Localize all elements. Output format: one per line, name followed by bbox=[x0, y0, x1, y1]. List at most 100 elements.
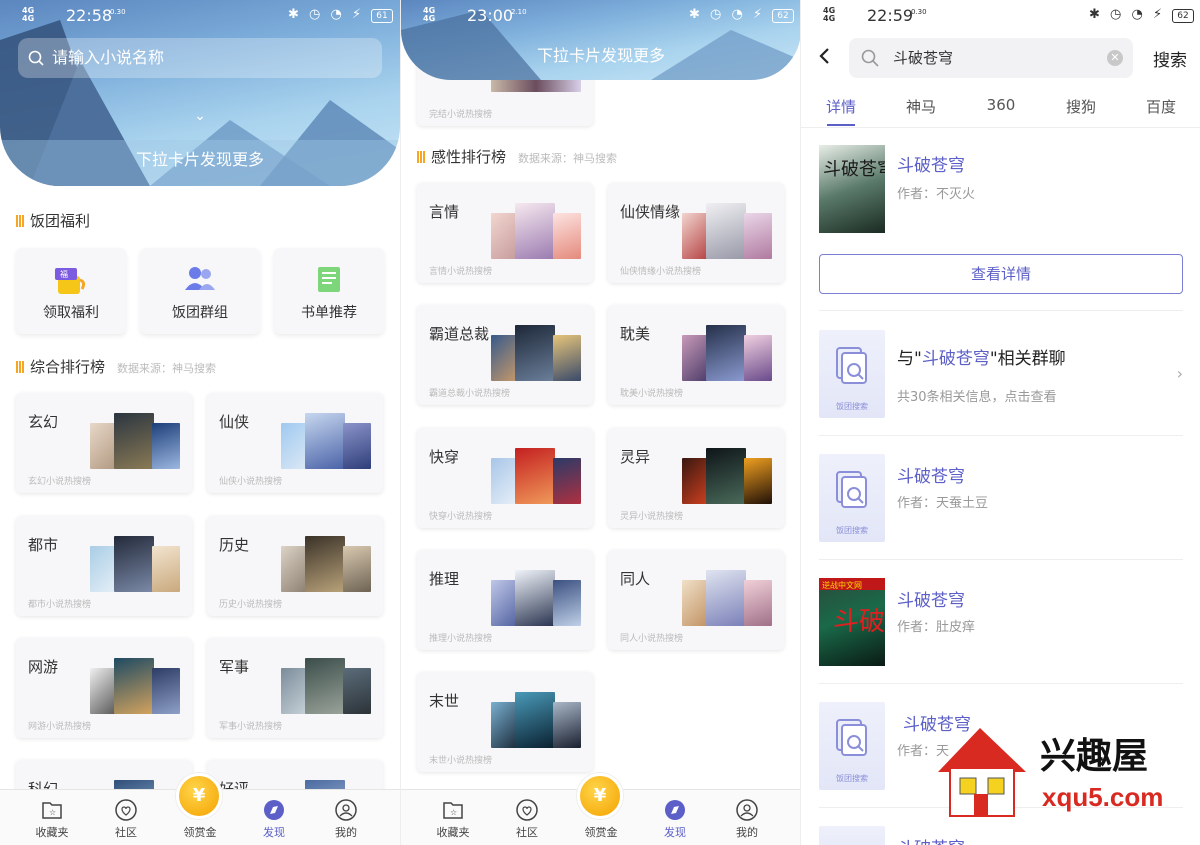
book-cover: 斗破苍穹 bbox=[819, 145, 895, 233]
placeholder-cover: 饭团搜索 bbox=[819, 454, 885, 542]
chevron-right-icon: › bbox=[1176, 364, 1183, 383]
ranking-title: 感性排行榜 数据来源：神马搜索 bbox=[417, 146, 617, 167]
reward-coin-icon[interactable]: ¥ bbox=[176, 773, 222, 819]
result-author: 作者：肚皮痒 bbox=[897, 620, 976, 635]
status-icons: ✱ ◷ ◔ ⚡ 62 bbox=[1089, 7, 1194, 23]
status-time: 23:00 bbox=[467, 6, 514, 25]
tab-sogou[interactable]: 搜狗 bbox=[1041, 96, 1121, 117]
search-query: 斗破苍穹 bbox=[893, 49, 954, 67]
tab-details[interactable]: 详情 bbox=[801, 96, 881, 117]
svg-text:兴趣屋: 兴趣屋 bbox=[1040, 736, 1148, 777]
status-icons: ✱ ◷ ◔ ⚡ 62 bbox=[689, 7, 794, 23]
search-input[interactable]: 斗破苍穹 ✕ bbox=[849, 38, 1133, 78]
battery-icon: 62 bbox=[1172, 9, 1194, 23]
search-input[interactable]: 请输入小说名称 bbox=[18, 38, 382, 78]
rank-card-yanqing[interactable]: 言情 言情小说热搜榜 bbox=[417, 183, 593, 283]
back-arrow-icon[interactable] bbox=[815, 46, 835, 66]
rank-card-tongren[interactable]: 同人 同人小说热搜榜 bbox=[608, 550, 784, 650]
rank-card-xianxia[interactable]: 仙侠 仙侠小说热搜榜 bbox=[207, 393, 383, 493]
rank-card-kuaichuan[interactable]: 快穿 快穿小说热搜榜 bbox=[417, 428, 593, 528]
result-title: 斗破苍穹 bbox=[897, 591, 965, 611]
ranking-title: 综合排行榜 数据来源：神马搜索 bbox=[16, 356, 216, 377]
clear-icon[interactable]: ✕ bbox=[1107, 50, 1123, 66]
document-search-icon bbox=[836, 719, 867, 756]
rank-card-badaozongcai[interactable]: 霸道总裁 霸道总裁小说热搜榜 bbox=[417, 305, 593, 405]
placeholder-cover: 饭团搜索 bbox=[819, 702, 885, 790]
chevron-down-icon: ⌄ bbox=[194, 108, 206, 124]
rank-card-lishi[interactable]: 历史 历史小说热搜榜 bbox=[207, 516, 383, 616]
house-logo-icon: 兴趣屋 xqu5.com bbox=[938, 728, 1163, 817]
source-tabs: 详情 神马 360 搜狗 百度 bbox=[801, 88, 1200, 128]
svg-text:xqu5.com: xqu5.com bbox=[1042, 782, 1163, 812]
discover-screen-2: 完结小说热搜榜 4G 4G 23:00 2.10 ✱ ◷ ◔ ⚡ 62 下拉卡片发… bbox=[400, 0, 800, 845]
tab-community[interactable]: 社区 bbox=[96, 798, 156, 840]
battery-icon: 61 bbox=[371, 9, 393, 23]
svg-text:☆: ☆ bbox=[450, 808, 457, 817]
group-button[interactable]: 饭团群组 bbox=[140, 248, 260, 334]
tab-shenma[interactable]: 神马 bbox=[881, 96, 961, 117]
svg-text:☆: ☆ bbox=[49, 808, 56, 817]
svg-text:斗破苍穹: 斗破苍穹 bbox=[833, 607, 885, 636]
claim-welfare-button[interactable]: 福 领取福利 bbox=[16, 248, 126, 334]
rank-card-lingyi[interactable]: 灵异 灵异小说热搜榜 bbox=[608, 428, 784, 528]
tab-360[interactable]: 360 bbox=[961, 96, 1041, 114]
tab-profile[interactable]: 我的 bbox=[717, 798, 777, 840]
tab-underline bbox=[827, 124, 855, 126]
result-title: 斗破苍穹 bbox=[897, 834, 965, 845]
community-icon bbox=[516, 799, 538, 821]
result-item[interactable]: 逆战中文网斗破苍穹 斗破苍穹 作者：肚皮痒 bbox=[819, 578, 1183, 684]
svg-text:逆战中文网: 逆战中文网 bbox=[822, 580, 862, 590]
rank-card-xuanhuan[interactable]: 玄幻 玄幻小说热搜榜 bbox=[16, 393, 192, 493]
tab-profile[interactable]: 我的 bbox=[316, 798, 376, 840]
result-item[interactable]: 饭团搜索 斗破苍穹 作者：天蚕土豆 bbox=[819, 454, 1183, 560]
search-button[interactable]: 搜索 bbox=[1153, 46, 1187, 71]
rank-card-xianxiaqingyuan[interactable]: 仙侠情缘 仙侠情缘小说热搜榜 bbox=[608, 183, 784, 283]
rank-card-dushi[interactable]: 都市 都市小说热搜榜 bbox=[16, 516, 192, 616]
book-cover: 逆战中文网斗破苍穹 bbox=[819, 578, 937, 666]
welfare-title: 饭团福利 bbox=[16, 210, 90, 231]
tab-favorites[interactable]: ☆ 收藏夹 bbox=[423, 798, 483, 840]
tab-discover[interactable]: 发现 bbox=[244, 798, 304, 840]
rank-card-wangyou[interactable]: 网游 网游小说热搜榜 bbox=[16, 638, 192, 738]
discover-icon bbox=[665, 800, 685, 820]
booklist-button[interactable]: 书单推荐 bbox=[274, 248, 384, 334]
pull-banner[interactable]: 4G 4G 22:58 0.30 ✱ ◷ ◔ ⚡ 61 请输入小说名称 ⌄ 下拉卡… bbox=[0, 0, 400, 186]
tab-discover[interactable]: 发现 bbox=[645, 798, 705, 840]
booklist-icon bbox=[318, 267, 340, 292]
pull-banner[interactable]: 4G 4G 23:00 2.10 ✱ ◷ ◔ ⚡ 62 下拉卡片发现更多 bbox=[401, 0, 800, 80]
result-item[interactable]: 斗破苍穹 bbox=[819, 826, 1183, 845]
signal-icon: 4G 4G bbox=[22, 6, 35, 23]
reward-coin-icon[interactable]: ¥ bbox=[577, 773, 623, 819]
status-icons: ✱ ◷ ◔ ⚡ 61 bbox=[288, 7, 393, 23]
search-icon bbox=[861, 49, 879, 67]
welfare-label: 饭团群组 bbox=[172, 305, 228, 321]
rank-card-tuili[interactable]: 推理 推理小说热搜榜 bbox=[417, 550, 593, 650]
tab-favorites[interactable]: ☆ 收藏夹 bbox=[22, 798, 82, 840]
group-chat-title: 与"斗破苍穹"相关群聊 bbox=[897, 349, 1066, 369]
search-icon bbox=[28, 50, 44, 66]
welfare-label: 领取福利 bbox=[43, 305, 99, 321]
svg-text:斗破苍穹: 斗破苍穹 bbox=[823, 159, 885, 179]
profile-icon bbox=[335, 799, 357, 821]
svg-text:福: 福 bbox=[60, 270, 68, 279]
net-speed: 2.10 bbox=[511, 8, 527, 16]
result-title: 斗破苍穹 bbox=[897, 156, 965, 176]
result-author: 作者：不灭火 bbox=[897, 187, 976, 202]
document-search-icon bbox=[836, 347, 867, 384]
group-chat-item[interactable]: 饭团搜索 与"斗破苍穹"相关群聊 共30条相关信息，点击查看 › bbox=[819, 330, 1183, 436]
search-placeholder: 请输入小说名称 bbox=[52, 48, 165, 67]
rank-card-danmei[interactable]: 耽美 耽美小说热搜榜 bbox=[608, 305, 784, 405]
document-search-icon bbox=[836, 471, 867, 508]
tab-baidu[interactable]: 百度 bbox=[1121, 96, 1200, 117]
group-chat-info: 共30条相关信息，点击查看 bbox=[897, 390, 1057, 405]
community-icon bbox=[115, 799, 137, 821]
discover-icon bbox=[264, 800, 284, 820]
rank-card-moshi[interactable]: 末世 末世小说热搜榜 bbox=[417, 672, 593, 772]
profile-icon bbox=[736, 799, 758, 821]
view-details-button[interactable]: 查看详情 bbox=[819, 254, 1183, 294]
tab-community[interactable]: 社区 bbox=[497, 798, 557, 840]
placeholder-cover bbox=[819, 826, 885, 845]
rank-card-junshi[interactable]: 军事 军事小说热搜榜 bbox=[207, 638, 383, 738]
battery-icon: 62 bbox=[772, 9, 794, 23]
pull-hint: 下拉卡片发现更多 bbox=[135, 150, 264, 169]
